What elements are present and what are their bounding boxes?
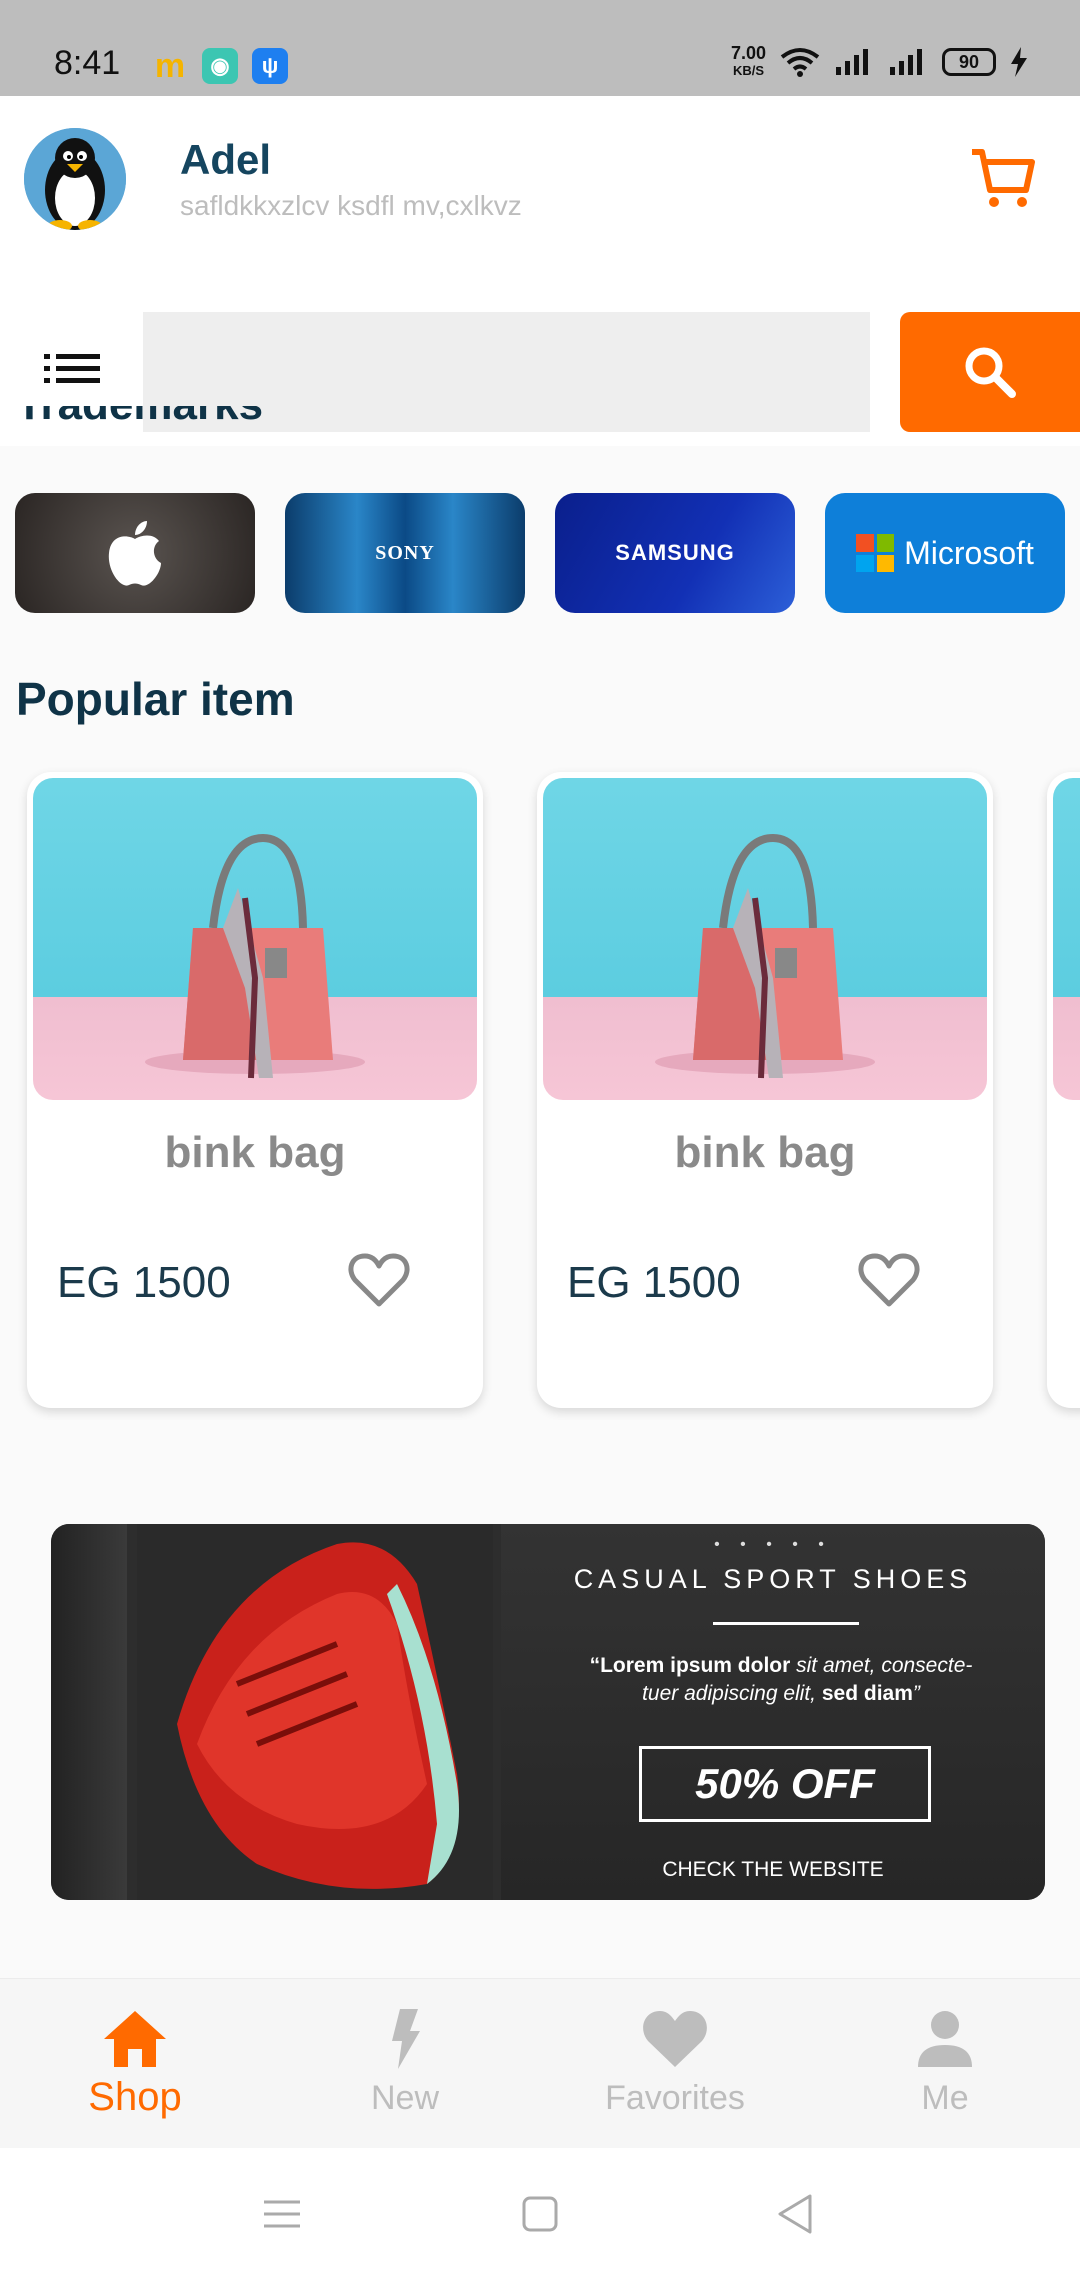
popular-title: Popular item: [16, 673, 295, 725]
banner-strip: [51, 1524, 127, 1900]
pink-bag-image: [655, 833, 875, 1079]
home-icon: [104, 2011, 166, 2067]
nav-me[interactable]: Me: [810, 1979, 1080, 2149]
banner-shoe-image: [137, 1524, 493, 1900]
banner-cta: CHECK THE WEBSITE: [662, 1858, 884, 1881]
product-title: bink bag: [674, 1128, 856, 1177]
heart-icon: [643, 2011, 707, 2067]
person-icon: [918, 2011, 972, 2067]
battery-icon: 90: [942, 48, 996, 76]
banner-divider: [713, 1622, 859, 1625]
status-bar: 8:41 m ◉ ψ 7.00 KB/S 90: [0, 0, 1080, 96]
search-button[interactable]: [900, 312, 1080, 432]
brand-samsung[interactable]: SAMSUNG: [555, 493, 795, 613]
network-speed: 7.00 KB/S: [730, 43, 766, 78]
app-header: Adel safldkkxzlcv ksdfl mv,cxlkvz: [0, 96, 1080, 296]
banner-description: “Lorem ipsum dolor sit amet, consecte-tu…: [589, 1654, 973, 1705]
promo-banner[interactable]: • • • • • CASUAL SPORT SHOES “Lorem ipsu…: [51, 1524, 1045, 1900]
banner-text-panel: • • • • • CASUAL SPORT SHOES “Lorem ipsu…: [501, 1524, 1045, 1900]
recent-apps-icon[interactable]: [260, 2192, 304, 2236]
product-price: EG 1500: [57, 1258, 231, 1307]
back-icon[interactable]: [774, 2192, 818, 2236]
system-nav-bar: [0, 2148, 1080, 2280]
menu-list-icon[interactable]: [36, 338, 108, 398]
signal-icon-2: [890, 49, 922, 75]
brand-sony[interactable]: SONY: [285, 493, 525, 613]
brand-microsoft[interactable]: Microsoft: [825, 493, 1065, 613]
nav-new[interactable]: New: [270, 1979, 540, 2149]
heart-outline-icon[interactable]: [347, 1252, 411, 1310]
usb-icon: ψ: [252, 48, 288, 84]
microsoft-logo-icon: [856, 534, 895, 572]
brand-apple[interactable]: [15, 493, 255, 613]
heart-outline-icon[interactable]: [857, 1252, 921, 1310]
mcdonalds-icon: m: [154, 46, 186, 85]
product-image: [543, 778, 987, 1100]
product-price: EG 1500: [567, 1258, 741, 1307]
penguin-avatar-icon: [24, 128, 126, 230]
nav-shop[interactable]: Shop: [0, 1979, 270, 2149]
brands-list: SONY SAMSUNG Microsoft: [15, 493, 1065, 613]
wifi-icon: [780, 48, 820, 77]
user-name: Adel: [180, 136, 272, 183]
search-icon: [965, 347, 1016, 398]
nav-favorites[interactable]: Favorites: [540, 1979, 810, 2149]
status-notification-icons: m ◉ ψ: [152, 46, 288, 85]
user-subtitle: safldkkxzlcv ksdfl mv,cxlkvz: [180, 190, 522, 221]
home-system-icon[interactable]: [518, 2192, 562, 2236]
product-card[interactable]: bink bag EG 1500: [27, 772, 483, 1408]
product-image: [1053, 778, 1080, 1100]
product-title: bink bag: [164, 1128, 346, 1177]
banner-offer: 50% OFF: [639, 1746, 931, 1822]
cart-icon[interactable]: [968, 144, 1038, 214]
trademarks-title: Trademarks: [16, 406, 263, 456]
flash-icon: [392, 2009, 420, 2069]
product-image: [33, 778, 477, 1100]
charging-icon: [1011, 47, 1027, 77]
apple-logo-icon: [108, 521, 161, 586]
banner-dots: • • • • •: [714, 1536, 832, 1553]
signal-icon: [836, 49, 868, 75]
status-time: 8:41: [54, 44, 121, 82]
product-card[interactable]: bink bag EG 1500: [537, 772, 993, 1408]
pink-bag-image: [145, 833, 365, 1079]
status-right: 7.00 KB/S 90: [731, 44, 1028, 80]
chat-app-icon: ◉: [202, 48, 238, 84]
avatar[interactable]: [24, 128, 126, 230]
red-shoe-image: [177, 1542, 459, 1889]
bottom-nav: Shop New Favorites Me: [0, 1978, 1080, 2148]
product-card-partial[interactable]: [1047, 772, 1080, 1408]
banner-title: CASUAL SPORT SHOES: [573, 1564, 973, 1594]
popular-items-list: bink bag EG 1500 bink bag EG 1500: [0, 760, 1080, 1420]
